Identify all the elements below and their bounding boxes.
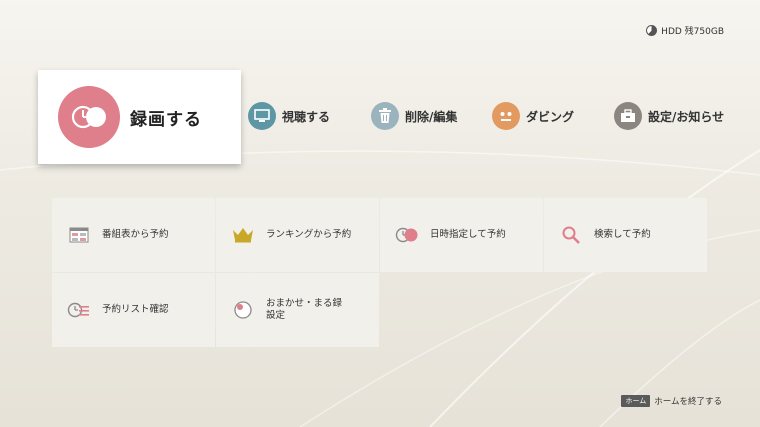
tile-reservation-list-label: 予約リスト確認 (102, 304, 169, 315)
tile-auto-record-label: おまかせ・まる録 設定 (266, 298, 343, 321)
hdd-status-text: HDD 残750GB (661, 27, 724, 37)
timer-icon (394, 222, 420, 248)
reservation-list-icon (66, 297, 92, 323)
tile-ranking-reserve[interactable]: ランキングから予約 (216, 198, 379, 272)
nav-delete-edit-button[interactable]: 削除/編集 (371, 102, 457, 130)
tile-program-guide-label: 番組表から予約 (102, 229, 169, 240)
tile-ranking-label: ランキングから予約 (266, 229, 352, 240)
hdd-pie-icon (646, 25, 658, 36)
crown-icon (230, 222, 256, 248)
tile-datetime-reserve[interactable]: 日時指定して予約 (380, 198, 543, 272)
footer-hint: ホーム ホームを終了する (621, 395, 722, 407)
hdd-status: HDD 残750GB (646, 24, 724, 37)
auto-record-icon (230, 297, 256, 323)
tv-icon (248, 102, 276, 130)
nav-delete-edit-label: 削除/編集 (405, 109, 458, 124)
tile-program-guide-reserve[interactable]: 番組表から予約 (52, 198, 215, 272)
nav-dubbing-button[interactable]: ダビング (492, 102, 574, 130)
tile-reservation-list[interactable]: 予約リスト確認 (52, 273, 215, 347)
nav-record-label: 録画する (130, 109, 202, 130)
nav-watch-label: 視聴する (282, 109, 331, 124)
tile-auto-record-settings[interactable]: おまかせ・まる録 設定 (216, 273, 379, 347)
top-navigation: 録画する 視聴する 削除/編集 ダビング 設定/お知らせ (0, 70, 760, 165)
nav-record-button[interactable]: 録画する (38, 70, 241, 164)
footer-hint-text: ホームを終了する (654, 397, 722, 407)
dubbing-icon (492, 102, 520, 130)
trash-icon (371, 102, 399, 130)
tile-search-label: 検索して予約 (594, 229, 651, 240)
nav-watch-button[interactable]: 視聴する (248, 102, 330, 130)
nav-dubbing-label: ダビング (526, 109, 575, 124)
home-key-badge: ホーム (621, 395, 651, 407)
search-icon (558, 222, 584, 248)
program-guide-icon (66, 222, 92, 248)
tile-datetime-label: 日時指定して予約 (430, 229, 506, 240)
tile-search-reserve[interactable]: 検索して予約 (544, 198, 707, 272)
record-timer-icon (58, 86, 120, 148)
nav-settings-label: 設定/お知らせ (648, 109, 725, 124)
nav-settings-button[interactable]: 設定/お知らせ (614, 102, 724, 130)
toolbox-icon (614, 102, 642, 130)
